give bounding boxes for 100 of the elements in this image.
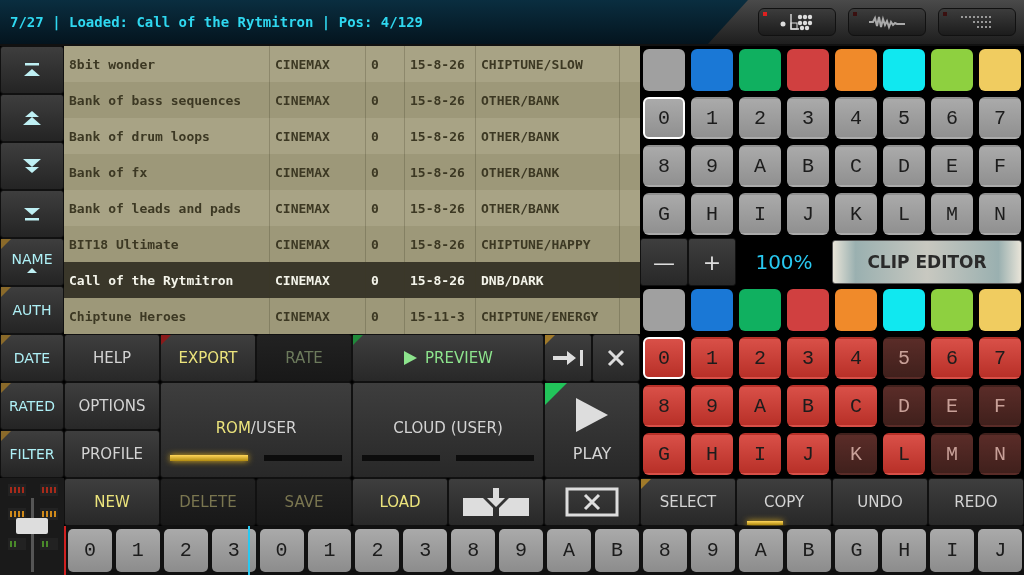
scroll-button[interactable] [0, 142, 64, 190]
pad-button[interactable]: 7 [979, 97, 1021, 139]
pattern-pad[interactable]: 0 [68, 529, 112, 572]
action-button[interactable]: EXPORT [160, 334, 256, 382]
color-pad[interactable] [931, 49, 973, 91]
color-pad[interactable] [739, 289, 781, 331]
icon-button[interactable] [592, 334, 640, 382]
icon-button[interactable] [448, 478, 544, 526]
pad-button[interactable]: F [979, 145, 1021, 187]
pattern-pad[interactable]: 8 [642, 529, 687, 572]
mode-button[interactable] [758, 8, 836, 36]
pad-button[interactable]: E [931, 145, 973, 187]
list-row[interactable]: Chiptune Heroes CINEMAX 0 15-11-3 CHIPTUNE/ENERGY [64, 298, 640, 334]
pattern-pad[interactable]: 2 [163, 529, 208, 572]
pad-button[interactable]: B [787, 385, 829, 427]
pattern-pad[interactable]: J [978, 529, 1023, 572]
pad-button[interactable]: 8 [643, 145, 685, 187]
pattern-pad[interactable]: B [786, 529, 831, 572]
pad-button[interactable]: G [643, 433, 685, 475]
pad-button[interactable]: I [739, 433, 781, 475]
pad-button[interactable]: 5 [883, 337, 925, 379]
pad-button[interactable]: K [835, 193, 877, 235]
pad-button[interactable]: 7 [979, 337, 1021, 379]
pad-button[interactable]: 8 [643, 385, 685, 427]
clip-editor-button[interactable]: CLIP EDITOR [832, 240, 1022, 284]
pad-button[interactable]: E [931, 385, 973, 427]
action-button[interactable]: LOAD [352, 478, 448, 526]
list-row[interactable]: Bank of fx CINEMAX 0 15-8-26 OTHER/BANK [64, 154, 640, 190]
pad-button[interactable]: A [739, 145, 781, 187]
color-pad[interactable] [835, 289, 877, 331]
pad-button[interactable]: F [979, 385, 1021, 427]
icon-button[interactable] [544, 334, 592, 382]
pad-button[interactable]: C [835, 145, 877, 187]
pad-button[interactable]: L [883, 193, 925, 235]
color-pad[interactable] [643, 49, 685, 91]
action-button[interactable]: SELECT [640, 478, 736, 526]
pattern-pad[interactable]: 1 [307, 529, 352, 572]
pattern-pad[interactable]: 3 [403, 529, 448, 572]
mode-button[interactable] [848, 8, 926, 36]
icon-button[interactable] [544, 478, 640, 526]
sort-button[interactable]: AUTH [0, 286, 64, 334]
pad-button[interactable]: M [931, 193, 973, 235]
pad-button[interactable]: I [739, 193, 781, 235]
mode-button[interactable] [938, 8, 1016, 36]
source-button[interactable]: CLOUD (USER) [352, 382, 544, 478]
pad-button[interactable]: 9 [691, 145, 733, 187]
pattern-pad[interactable]: 1 [115, 529, 160, 572]
pattern-pad[interactable]: 9 [499, 529, 544, 572]
zoom-out-button[interactable]: — [640, 238, 688, 286]
pad-button[interactable]: J [787, 193, 829, 235]
pad-button[interactable]: 9 [691, 385, 733, 427]
color-pad[interactable] [643, 289, 685, 331]
sort-button[interactable]: DATE [0, 334, 64, 382]
pad-button[interactable]: L [883, 433, 925, 475]
color-pad[interactable] [931, 289, 973, 331]
list-row[interactable]: Call of the Rytmitron CINEMAX 0 15-8-26 DNB/DARK [64, 262, 640, 298]
pad-button[interactable]: 3 [787, 97, 829, 139]
list-row[interactable]: 8bit wonder CINEMAX 0 15-8-26 CHIPTUNE/SLOW [64, 46, 640, 82]
pad-button[interactable]: K [835, 433, 877, 475]
color-pad[interactable] [883, 289, 925, 331]
list-row[interactable]: BIT18 Ultimate CINEMAX 0 15-8-26 CHIPTUNE/HAPPY [64, 226, 640, 262]
pattern-pad[interactable]: A [738, 529, 783, 572]
pad-button[interactable]: M [931, 433, 973, 475]
pattern-pad[interactable]: 2 [355, 529, 400, 572]
scroll-button[interactable] [0, 190, 64, 238]
pad-button[interactable]: A [739, 385, 781, 427]
action-button[interactable]: NEW [64, 478, 160, 526]
sort-button[interactable]: NAME [0, 238, 64, 286]
list-row[interactable]: Bank of drum loops CINEMAX 0 15-8-26 OTHER/BANK [64, 118, 640, 154]
pad-button[interactable]: 6 [931, 97, 973, 139]
pad-button[interactable]: G [643, 193, 685, 235]
pad-button[interactable]: N [979, 433, 1021, 475]
color-pad[interactable] [979, 49, 1021, 91]
color-pad[interactable] [835, 49, 877, 91]
pad-button[interactable]: 2 [739, 337, 781, 379]
scroll-button[interactable] [0, 46, 64, 94]
pad-button[interactable]: 1 [691, 337, 733, 379]
zoom-in-button[interactable]: + [688, 238, 736, 286]
list-row[interactable]: Bank of leads and pads CINEMAX 0 15-8-26 OTHER/BANK [64, 190, 640, 226]
pad-button[interactable]: C [835, 385, 877, 427]
play-button[interactable]: PLAY [544, 382, 640, 478]
pattern-pad[interactable]: 8 [451, 529, 496, 572]
pad-button[interactable]: D [883, 145, 925, 187]
scroll-button[interactable] [0, 94, 64, 142]
pad-button[interactable]: H [691, 433, 733, 475]
pad-button[interactable]: B [787, 145, 829, 187]
color-pad[interactable] [787, 49, 829, 91]
action-button[interactable]: OPTIONS [64, 382, 160, 430]
pattern-pad[interactable]: I [930, 529, 975, 572]
preview-button[interactable]: PREVIEW [352, 334, 544, 382]
pattern-pad[interactable]: 9 [690, 529, 735, 572]
pad-button[interactable]: N [979, 193, 1021, 235]
pad-button[interactable]: 4 [835, 97, 877, 139]
pad-button[interactable]: 0 [643, 97, 685, 139]
pad-button[interactable]: J [787, 433, 829, 475]
sort-button[interactable]: RATED [0, 382, 64, 430]
color-pad[interactable] [739, 49, 781, 91]
list-row[interactable]: Bank of bass sequences CINEMAX 0 15-8-26 OTHER/BANK [64, 82, 640, 118]
sort-button[interactable]: FILTER [0, 430, 64, 478]
action-button[interactable]: COPY [736, 478, 832, 526]
